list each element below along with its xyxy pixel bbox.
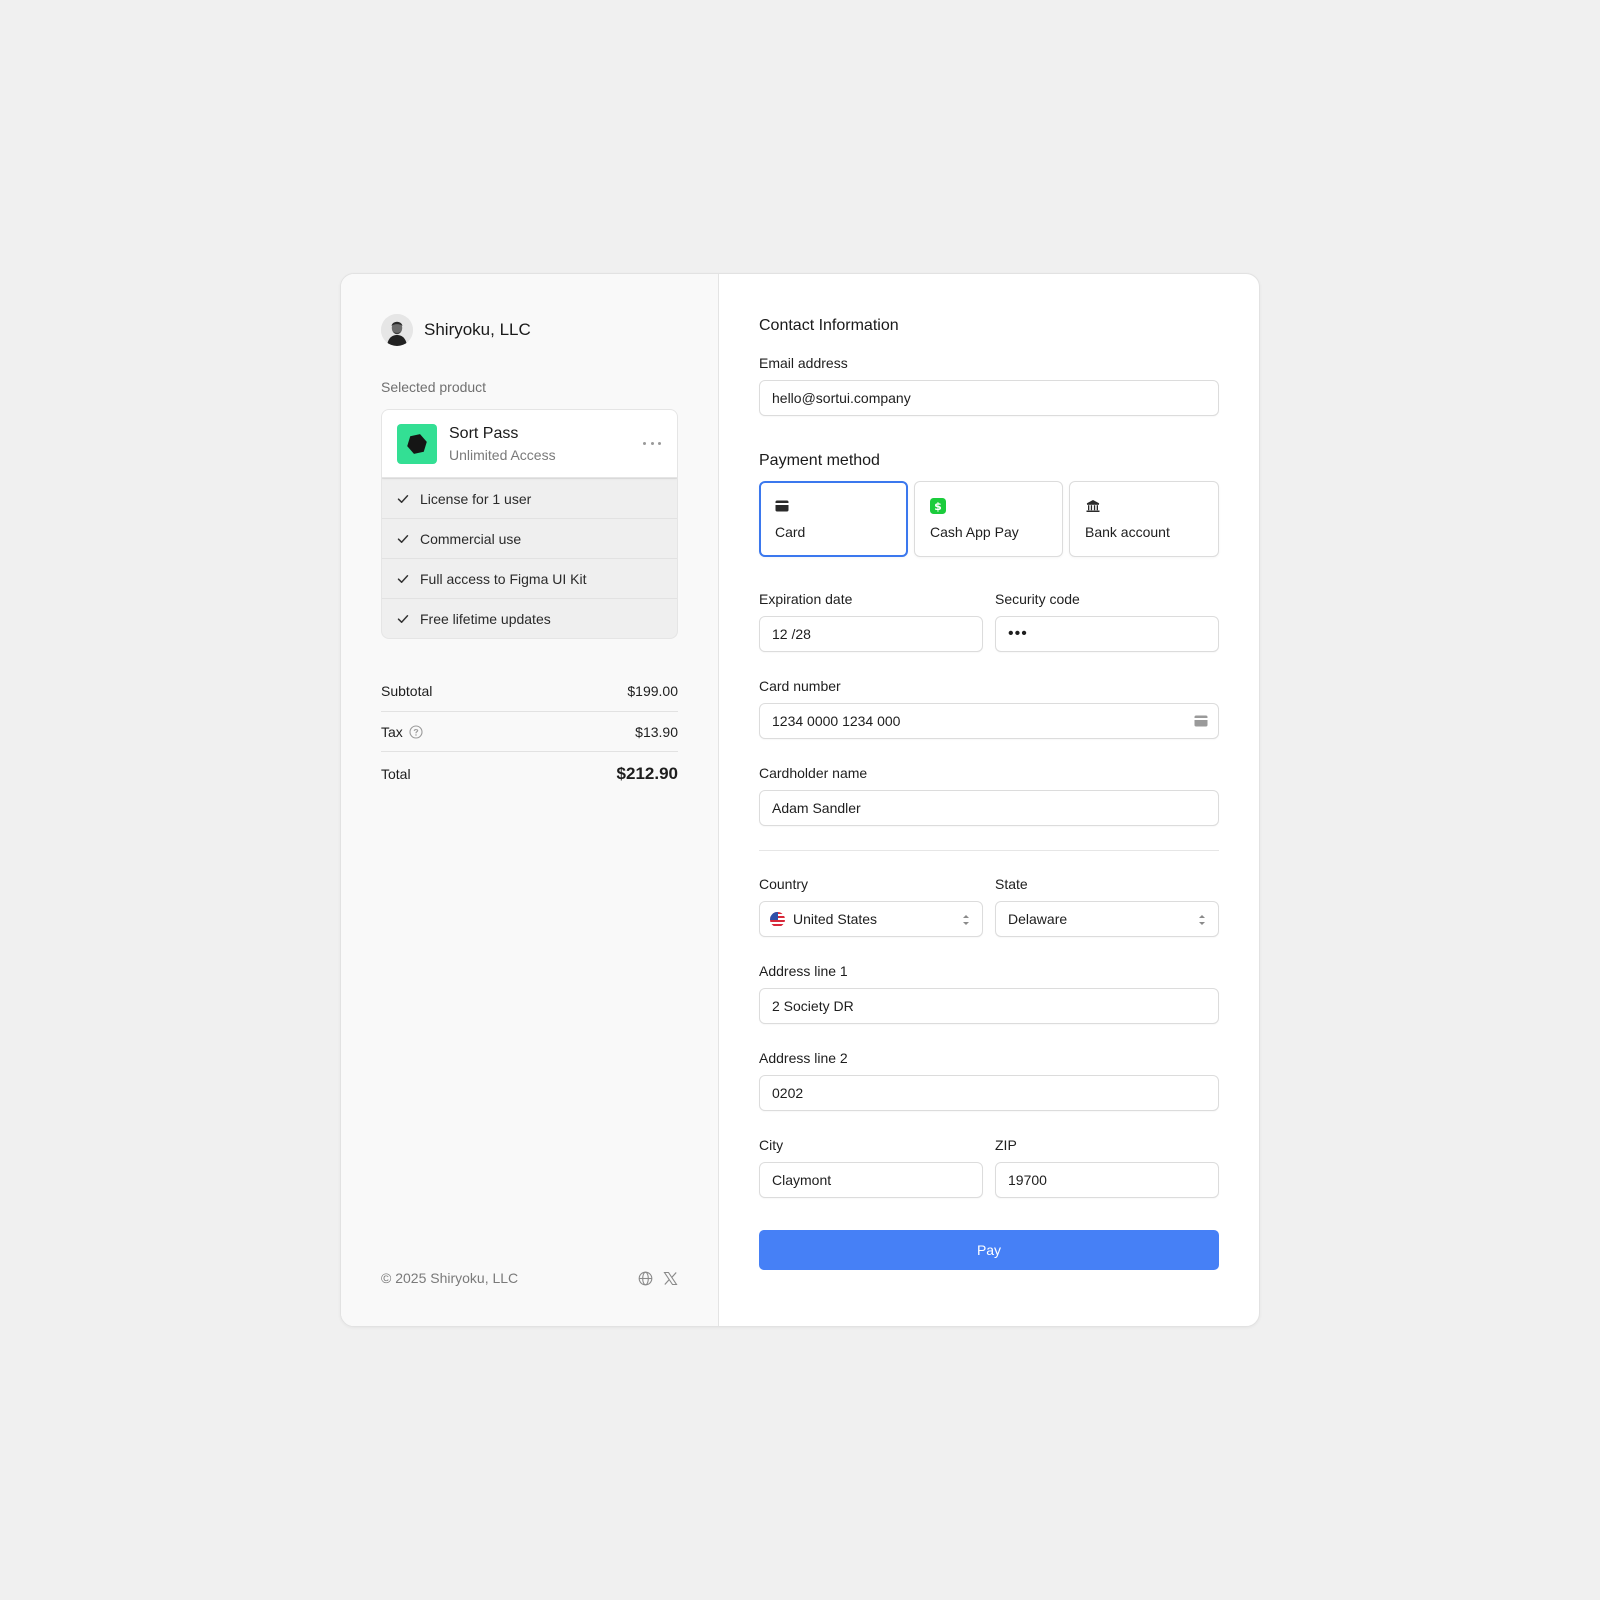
zip-label: ZIP — [995, 1137, 1017, 1153]
city-input[interactable]: Claymont — [759, 1162, 983, 1198]
email-input[interactable]: hello@sortui.company — [759, 380, 1219, 416]
address2-value: 0202 — [772, 1085, 804, 1101]
city-value: Claymont — [772, 1172, 832, 1188]
subtotal-row: Subtotal $199.00 — [381, 671, 678, 711]
total-value: $212.90 — [616, 763, 678, 783]
product-subtitle: Unlimited Access — [449, 446, 556, 463]
country-select[interactable]: United States — [759, 901, 983, 937]
state-label: State — [995, 876, 1028, 892]
email-value: hello@sortui.company — [772, 390, 911, 406]
total-label: Total — [381, 765, 411, 782]
address2-label: Address line 2 — [759, 1050, 848, 1066]
order-summary-panel: Shiryoku, LLC Selected product Sort Pass… — [341, 274, 719, 1326]
total-row: Total $212.90 — [381, 751, 678, 795]
tax-label: Tax — [381, 723, 403, 740]
feature-item: Commercial use — [382, 518, 677, 558]
address1-label: Address line 1 — [759, 963, 848, 979]
copyright-text: © 2025 Shiryoku, LLC — [381, 1270, 519, 1286]
price-summary: Subtotal $199.00 Tax $13.90 Total $212.9… — [381, 671, 678, 795]
avatar — [381, 314, 413, 346]
help-icon[interactable] — [409, 724, 423, 739]
check-icon — [396, 612, 410, 626]
subtotal-label: Subtotal — [381, 683, 433, 699]
card-icon — [775, 498, 892, 514]
subtotal-value: $199.00 — [627, 683, 678, 699]
state-select[interactable]: Delaware — [995, 901, 1219, 937]
check-icon — [396, 532, 410, 546]
product-logo — [397, 423, 437, 464]
zip-input[interactable]: 19700 — [995, 1162, 1219, 1198]
brand: Shiryoku, LLC — [381, 314, 678, 346]
state-value: Delaware — [1008, 911, 1068, 927]
expiration-value: 12 /28 — [772, 626, 811, 642]
more-options-icon[interactable] — [643, 436, 661, 450]
card-number-input[interactable]: 1234 0000 1234 000 — [759, 703, 1219, 739]
checkout-card: Shiryoku, LLC Selected product Sort Pass… — [340, 273, 1260, 1327]
footer: © 2025 Shiryoku, LLC — [381, 1270, 678, 1286]
payment-method-cashapp[interactable]: $ Cash App Pay — [914, 481, 1063, 557]
select-arrows-icon — [1198, 913, 1206, 927]
check-icon — [396, 572, 410, 586]
security-code-value: ••• — [1008, 625, 1028, 642]
cardholder-value: Adam Sandler — [772, 800, 861, 816]
product-box: Sort Pass Unlimited Access License for 1… — [381, 409, 678, 639]
address2-input[interactable]: 0202 — [759, 1075, 1219, 1111]
brand-name: Shiryoku, LLC — [424, 320, 531, 339]
country-value: United States — [793, 911, 878, 927]
pay-button[interactable]: Pay — [759, 1230, 1219, 1270]
card-icon — [1194, 715, 1208, 727]
payment-method-bank[interactable]: Bank account — [1069, 481, 1219, 557]
globe-icon[interactable] — [638, 1271, 653, 1286]
tax-value: $13.90 — [635, 723, 678, 740]
payment-method-label: Card — [775, 524, 806, 540]
feature-item: Full access to Figma UI Kit — [382, 558, 677, 598]
select-arrows-icon — [962, 913, 970, 927]
zip-value: 19700 — [1008, 1172, 1047, 1188]
bank-icon — [1085, 498, 1203, 514]
city-label: City — [759, 1137, 784, 1153]
payment-method-title: Payment method — [759, 452, 880, 469]
expiration-label: Expiration date — [759, 591, 853, 607]
address1-value: 2 Society DR — [772, 998, 854, 1014]
tax-row: Tax $13.90 — [381, 711, 678, 751]
payment-method-label: Bank account — [1085, 524, 1170, 540]
payment-method-tabs: Card $ Cash App Pay Bank account — [759, 481, 1219, 557]
feature-item: License for 1 user — [382, 478, 677, 518]
feature-label: License for 1 user — [420, 490, 532, 507]
cashapp-icon: $ — [930, 498, 1047, 514]
email-label: Email address — [759, 355, 848, 371]
security-code-input[interactable]: ••• — [995, 616, 1219, 652]
feature-label: Commercial use — [420, 530, 522, 547]
section-divider — [759, 850, 1219, 851]
feature-label: Full access to Figma UI Kit — [420, 570, 587, 587]
cardholder-label: Cardholder name — [759, 765, 868, 781]
check-icon — [396, 492, 410, 506]
product-name: Sort Pass — [449, 424, 519, 442]
card-number-value: 1234 0000 1234 000 — [772, 713, 901, 729]
us-flag-icon — [770, 911, 785, 927]
feature-label: Free lifetime updates — [420, 610, 551, 627]
contact-info-title: Contact Information — [759, 317, 899, 334]
expiration-input[interactable]: 12 /28 — [759, 616, 983, 652]
selected-product-label: Selected product — [381, 379, 487, 395]
country-label: Country — [759, 876, 809, 892]
hexagon-icon — [407, 433, 427, 454]
svg-text:$: $ — [934, 500, 942, 513]
payment-method-card[interactable]: Card — [759, 481, 908, 557]
x-logo-icon[interactable] — [663, 1271, 678, 1286]
address1-input[interactable]: 2 Society DR — [759, 988, 1219, 1024]
card-number-label: Card number — [759, 678, 841, 694]
payment-form: Contact Information Email address hello@… — [719, 274, 1259, 1326]
cardholder-input[interactable]: Adam Sandler — [759, 790, 1219, 826]
product-header: Sort Pass Unlimited Access — [382, 410, 677, 478]
security-code-label: Security code — [995, 591, 1080, 607]
feature-item: Free lifetime updates — [382, 598, 677, 638]
payment-method-label: Cash App Pay — [930, 524, 1019, 540]
